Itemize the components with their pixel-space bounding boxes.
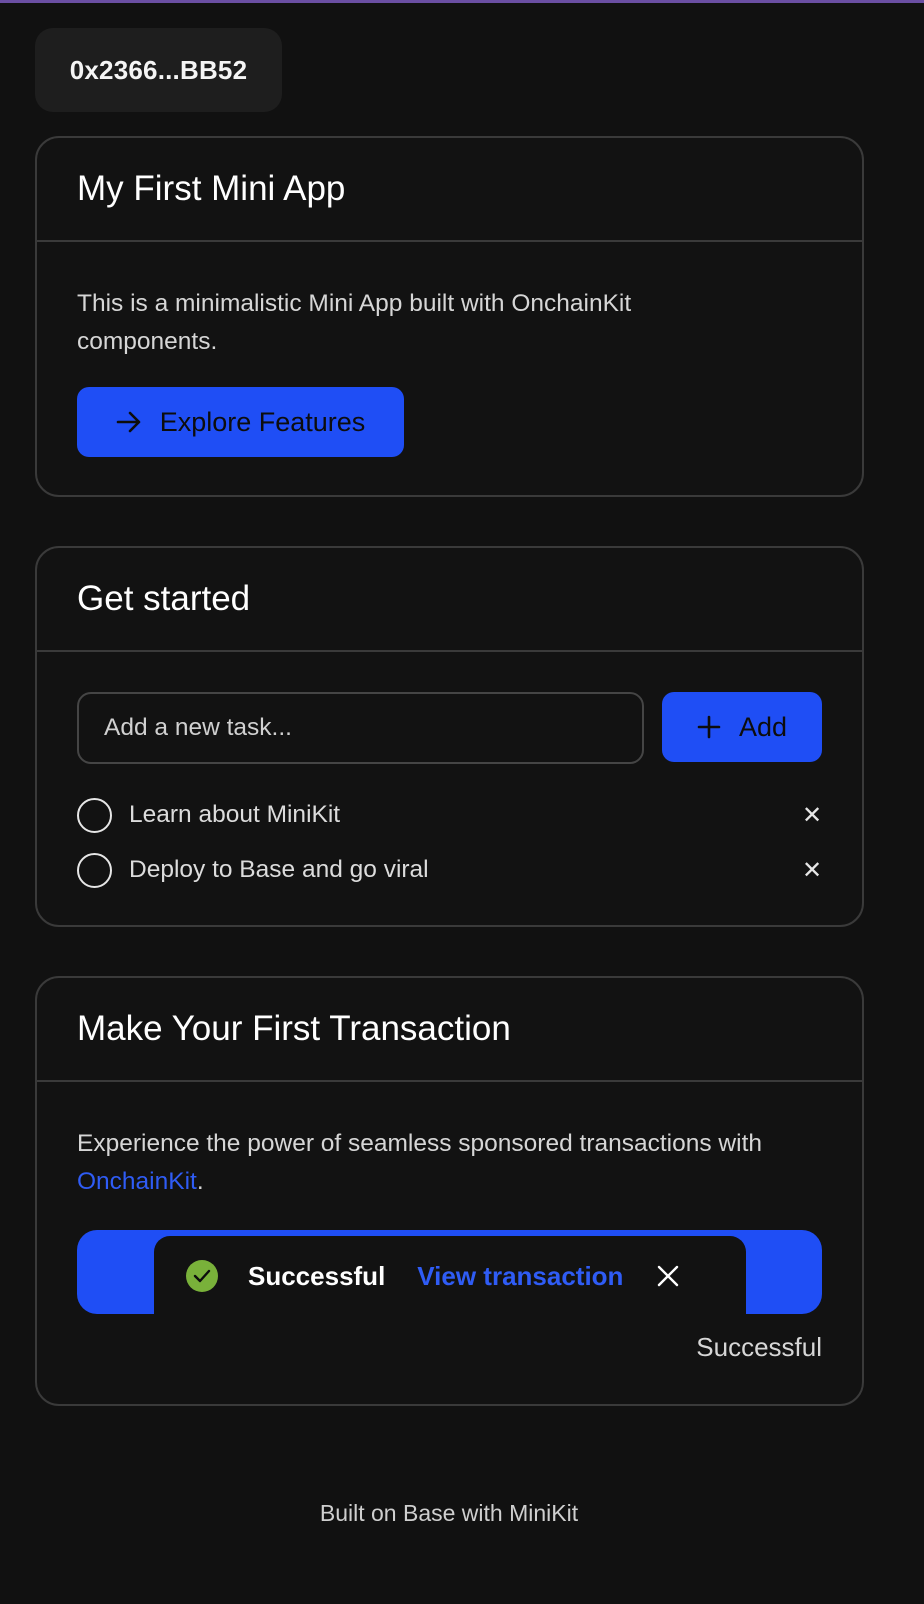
- intro-description: This is a minimalistic Mini App built wi…: [77, 290, 632, 355]
- transaction-title: Make Your First Transaction: [77, 1009, 511, 1048]
- transaction-description-suffix: .: [196, 1168, 204, 1195]
- new-task-input[interactable]: [77, 692, 644, 764]
- task-checkbox[interactable]: [77, 797, 112, 833]
- onchainkit-link[interactable]: OnchainKit: [77, 1168, 197, 1195]
- close-icon[interactable]: [656, 1264, 680, 1288]
- task-item: Deploy to Base and go viral ✕: [77, 850, 822, 890]
- task-label: Learn about MiniKit: [129, 801, 341, 828]
- intro-card-header: My First Mini App: [37, 138, 862, 242]
- todo-card-header: Get started: [37, 548, 862, 652]
- success-check-icon: [186, 1260, 218, 1292]
- task-label: Deploy to Base and go viral: [129, 856, 429, 883]
- intro-title: My First Mini App: [77, 169, 346, 208]
- transaction-description-text: Experience the power of seamless sponsor…: [77, 1130, 762, 1157]
- delete-task-icon[interactable]: ✕: [802, 856, 822, 885]
- explore-features-label: Explore Features: [159, 406, 366, 437]
- transaction-toast: Successful View transaction: [154, 1236, 746, 1316]
- wallet-address-button[interactable]: 0x2366...BB52: [35, 28, 282, 112]
- arrow-right-icon: [116, 411, 142, 433]
- intro-card: My First Mini App This is a minimalistic…: [35, 136, 864, 497]
- transaction-card: Make Your First Transaction Experience t…: [35, 976, 864, 1406]
- transaction-card-body: Experience the power of seamless sponsor…: [37, 1082, 862, 1406]
- footer-text: Built on Base with MiniKit: [319, 1500, 579, 1526]
- delete-task-icon[interactable]: ✕: [802, 801, 822, 830]
- todo-title: Get started: [77, 579, 251, 618]
- toast-status: Successful: [248, 1260, 386, 1291]
- explore-features-button[interactable]: Explore Features: [77, 387, 404, 457]
- todo-card: Get started Add Learn about MiniKit ✕ De…: [35, 546, 864, 927]
- transaction-status: Successful: [696, 1332, 822, 1362]
- top-accent-line: [0, 0, 924, 3]
- plus-icon: [697, 715, 721, 739]
- transaction-description: Experience the power of seamless sponsor…: [77, 1082, 797, 1201]
- intro-card-body: This is a minimalistic Mini App built wi…: [37, 242, 862, 457]
- wallet-address: 0x2366...BB52: [69, 54, 248, 85]
- task-checkbox[interactable]: [77, 852, 112, 888]
- transaction-card-header: Make Your First Transaction: [37, 978, 862, 1082]
- todo-card-body: Add Learn about MiniKit ✕ Deploy to Base…: [37, 652, 862, 927]
- view-transaction-link[interactable]: View transaction: [417, 1261, 623, 1292]
- add-task-label: Add: [738, 711, 788, 742]
- task-item: Learn about MiniKit ✕: [77, 795, 822, 835]
- add-task-button[interactable]: Add: [662, 692, 822, 762]
